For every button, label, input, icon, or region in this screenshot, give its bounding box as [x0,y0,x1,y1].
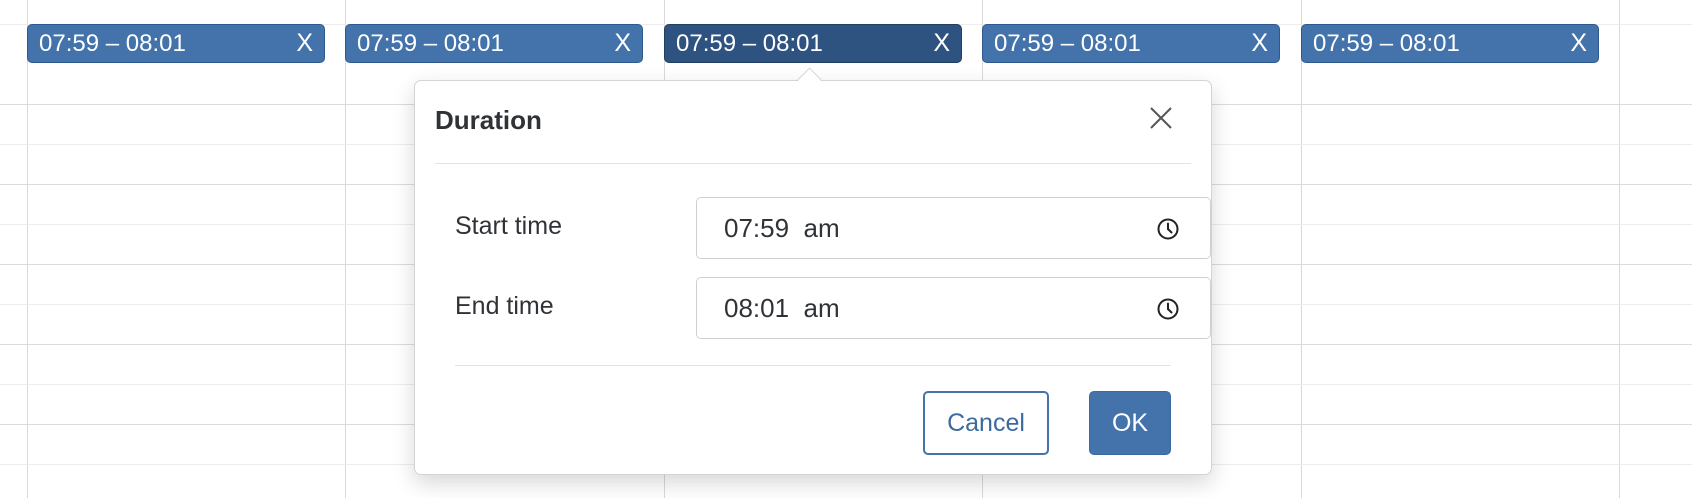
end-time-input[interactable]: 08:01 am [696,277,1211,339]
cancel-button[interactable]: Cancel [923,391,1049,455]
event-time-range: 07:59 – 08:01 [1313,29,1460,57]
event-chip-selected[interactable]: 07:59 – 08:01 X [664,24,962,63]
duration-popover: Duration Start time 07:59 am End time 08… [414,80,1212,475]
event-time-range: 07:59 – 08:01 [357,29,504,57]
event-chip[interactable]: 07:59 – 08:01 X [982,24,1280,63]
event-chip[interactable]: 07:59 – 08:01 X [1301,24,1599,63]
clock-icon[interactable] [1156,217,1180,241]
end-time-row: End time 08:01 am [455,277,1211,339]
event-remove-button[interactable]: X [296,31,313,56]
start-time-input[interactable]: 07:59 am [696,197,1211,259]
event-chip[interactable]: 07:59 – 08:01 X [345,24,643,63]
event-remove-button[interactable]: X [933,31,950,56]
end-time-value: 08:01 am [724,293,840,323]
event-remove-button[interactable]: X [1570,31,1587,56]
popover-header: Duration [435,81,1191,164]
close-icon[interactable] [1147,104,1175,132]
event-remove-button[interactable]: X [614,31,631,56]
popover-title: Duration [435,105,542,135]
start-time-value: 07:59 am [724,213,840,243]
start-time-row: Start time 07:59 am [455,197,1211,259]
ok-button[interactable]: OK [1089,391,1171,455]
event-remove-button[interactable]: X [1251,31,1268,56]
end-time-label: End time [455,292,554,320]
event-time-range: 07:59 – 08:01 [676,29,823,57]
event-chip[interactable]: 07:59 – 08:01 X [27,24,325,63]
clock-icon[interactable] [1156,297,1180,321]
event-time-range: 07:59 – 08:01 [39,29,186,57]
start-time-label: Start time [455,212,562,240]
event-time-range: 07:59 – 08:01 [994,29,1141,57]
footer-divider [455,365,1171,366]
